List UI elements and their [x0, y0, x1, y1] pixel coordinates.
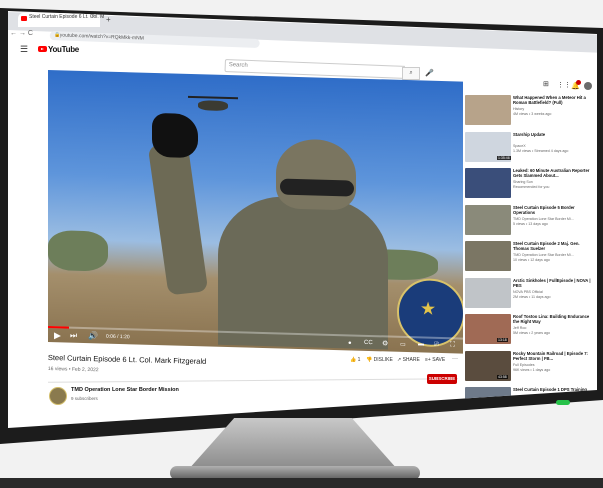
floor-shadow: [0, 478, 603, 488]
soldier-goggles: [280, 178, 354, 197]
recommendation-title[interactable]: Steel Curtain Episode 5 Border Operation…: [513, 205, 591, 215]
thumbs-up-icon: 👍: [350, 357, 357, 363]
channel-avatar[interactable]: [49, 387, 67, 405]
youtube-favicon-icon: [21, 16, 27, 21]
recommendation-duration: 1:35:46: [497, 155, 511, 160]
youtube-logo-text[interactable]: YouTube: [48, 45, 79, 54]
power-led: [556, 400, 570, 405]
autoplay-toggle[interactable]: ●: [348, 340, 352, 346]
recommendation-title[interactable]: Leaked: 60 Minute Australian Reporter Ge…: [513, 168, 591, 178]
new-tab-button[interactable]: +: [106, 15, 111, 24]
subscribe-button[interactable]: SUBSCRIBE: [427, 374, 457, 384]
recommendation-item[interactable]: Steel Curtain Episode 2 Maj. Gen. Thomas…: [465, 241, 593, 275]
time-display: 0:06 / 1:20: [106, 333, 130, 341]
recommendation-thumbnail[interactable]: [465, 95, 511, 125]
recommendation-title[interactable]: What Happened When a Meteor Hit a Roman …: [513, 95, 591, 105]
recommendation-views: 10 views • 12 days ago: [513, 258, 550, 262]
recommendation-item[interactable]: 43:58 Rocky Mountain Railroad | Episode 7…: [465, 350, 593, 385]
lock-icon: 🔒: [54, 32, 61, 38]
recommendation-item[interactable]: Leaked: 60 Minute Australian Reporter Ge…: [465, 168, 593, 202]
share-icon: ↗: [397, 357, 402, 363]
miniplayer-icon[interactable]: ▭: [400, 341, 406, 348]
recommendation-channel: History: [513, 107, 525, 111]
dislike-button[interactable]: 👎 DISLIKE: [366, 357, 393, 363]
recommendation-channel: NOVA PBS Official: [513, 289, 543, 294]
background-trees: [48, 230, 108, 272]
video-player[interactable]: ★ ▶ ⏭ 🔊 0:06 / 1:20 ● CC ⚙ ▭ ▬ ⎚ ⛶: [48, 70, 463, 354]
save-label: SAVE: [432, 357, 446, 363]
volume-icon[interactable]: 🔊: [88, 331, 98, 340]
recommendation-item[interactable]: Arctic Sinkholes | FullEpisode | NOVA | …: [465, 277, 593, 312]
recommendation-channel: Jeff Roo: [513, 326, 527, 330]
notification-badge: [576, 80, 581, 85]
recommendation-channel: TMD Operation Lone Star Border Mi...: [513, 253, 574, 257]
helicopter-rotor: [188, 95, 238, 100]
recommendation-channel: Sharing Sun: [513, 180, 533, 184]
helicopter: [198, 100, 228, 112]
recommendation-item[interactable]: 1:35:46 Starship Update SpaceX 1.3M views •…: [465, 131, 593, 166]
apps-grid-icon[interactable]: ⋮⋮: [557, 81, 571, 89]
recommendation-views: 5 views • 13 days ago: [513, 221, 548, 226]
recommendation-channel: Full Episodes: [513, 362, 535, 367]
recommendation-views: Recommended for you: [513, 185, 550, 189]
recommendation-item[interactable]: What Happened When a Meteor Hit a Roman …: [465, 95, 593, 129]
soldier-glove: [152, 112, 198, 159]
share-button[interactable]: ↗ SHARE: [397, 357, 420, 363]
like-count: 1: [357, 357, 361, 363]
recommendation-title[interactable]: Steel Curtain Episode 2 Maj. Gen. Thomas…: [513, 241, 591, 251]
recommendation-duration: 13:18: [497, 338, 508, 342]
recommendation-thumbnail[interactable]: [465, 204, 511, 235]
recommendation-views: 2M views • 11 days ago: [513, 294, 551, 299]
divider: [48, 378, 458, 383]
hamburger-menu-icon[interactable]: ☰: [20, 44, 28, 55]
settings-gear-icon[interactable]: ⚙: [382, 339, 388, 347]
soldier-arm: [147, 141, 209, 296]
recommendation-thumbnail[interactable]: [465, 241, 511, 271]
subscriber-count: 9 subscribers: [71, 396, 98, 401]
tab-close-icon[interactable]: ×: [91, 14, 95, 20]
recommendation-thumbnail[interactable]: [465, 168, 511, 198]
play-icon[interactable]: ▶: [54, 330, 61, 341]
recommendation-thumbnail[interactable]: [465, 277, 511, 308]
recommendation-views: 1.3M views • Streamed 4 days ago: [513, 148, 569, 153]
recommendation-item[interactable]: Steel Curtain Episode 5 Border Operation…: [465, 204, 593, 239]
save-icon: ≡+: [425, 357, 431, 363]
recommendation-title[interactable]: Arctic Sinkholes | FullEpisode | NOVA | …: [513, 278, 591, 288]
recommendation-channel: SpaceX: [513, 143, 526, 148]
recommendation-views: 96K views • 1 days ago: [513, 367, 551, 372]
recommendation-title[interactable]: Roof Tostoo Lina: Building Endurance the…: [513, 314, 591, 324]
cast-icon[interactable]: ⎚: [434, 342, 439, 349]
search-button[interactable]: ⌕: [402, 67, 420, 80]
theater-icon[interactable]: ▬: [418, 341, 424, 347]
channel-name[interactable]: TMD Operation Lone Star Border Mission: [71, 387, 179, 393]
recommendation-views: 4M views • 3 weeks ago: [513, 112, 552, 116]
more-actions-icon[interactable]: ···: [452, 356, 458, 362]
like-button[interactable]: 👍 1: [350, 357, 360, 363]
soldier-body: [218, 194, 388, 350]
recommendation-channel: TMD Operation Lone Star Border Mi...: [513, 216, 574, 221]
create-video-icon[interactable]: ⊞: [543, 80, 549, 88]
share-label: SHARE: [402, 357, 420, 363]
fullscreen-icon[interactable]: ⛶: [450, 341, 455, 349]
recommendation-title[interactable]: Starship Update: [513, 132, 591, 137]
seal-star-icon: ★: [420, 298, 437, 319]
video-title: Steel Curtain Episode 6 Lt. Col. Mark Fi…: [47, 353, 207, 366]
recommendation-item[interactable]: 13:18 Roof Tostoo Lina: Building Enduranc…: [465, 314, 593, 348]
thumbs-down-icon: 👎: [366, 357, 373, 363]
recommendation-duration: 43:58: [497, 374, 508, 379]
recommendation-title[interactable]: Rocky Mountain Railroad | Episode 7: Per…: [513, 351, 591, 361]
video-meta: 16 views • Feb 2, 2022: [47, 366, 99, 374]
dislike-label: DISLIKE: [373, 357, 393, 363]
mic-icon[interactable]: 🎤: [425, 69, 434, 77]
recommendation-views: 5M views • 2 years ago: [513, 331, 551, 335]
progress-fill: [48, 326, 69, 329]
next-icon[interactable]: ⏭: [70, 331, 77, 341]
nav-buttons[interactable]: ← → C: [10, 30, 33, 37]
soldier-helmet: [276, 138, 356, 211]
captions-icon[interactable]: CC: [364, 340, 373, 346]
save-button[interactable]: ≡+ SAVE: [425, 357, 445, 363]
account-avatar[interactable]: [584, 82, 592, 90]
youtube-logo-play-icon: [41, 47, 44, 50]
